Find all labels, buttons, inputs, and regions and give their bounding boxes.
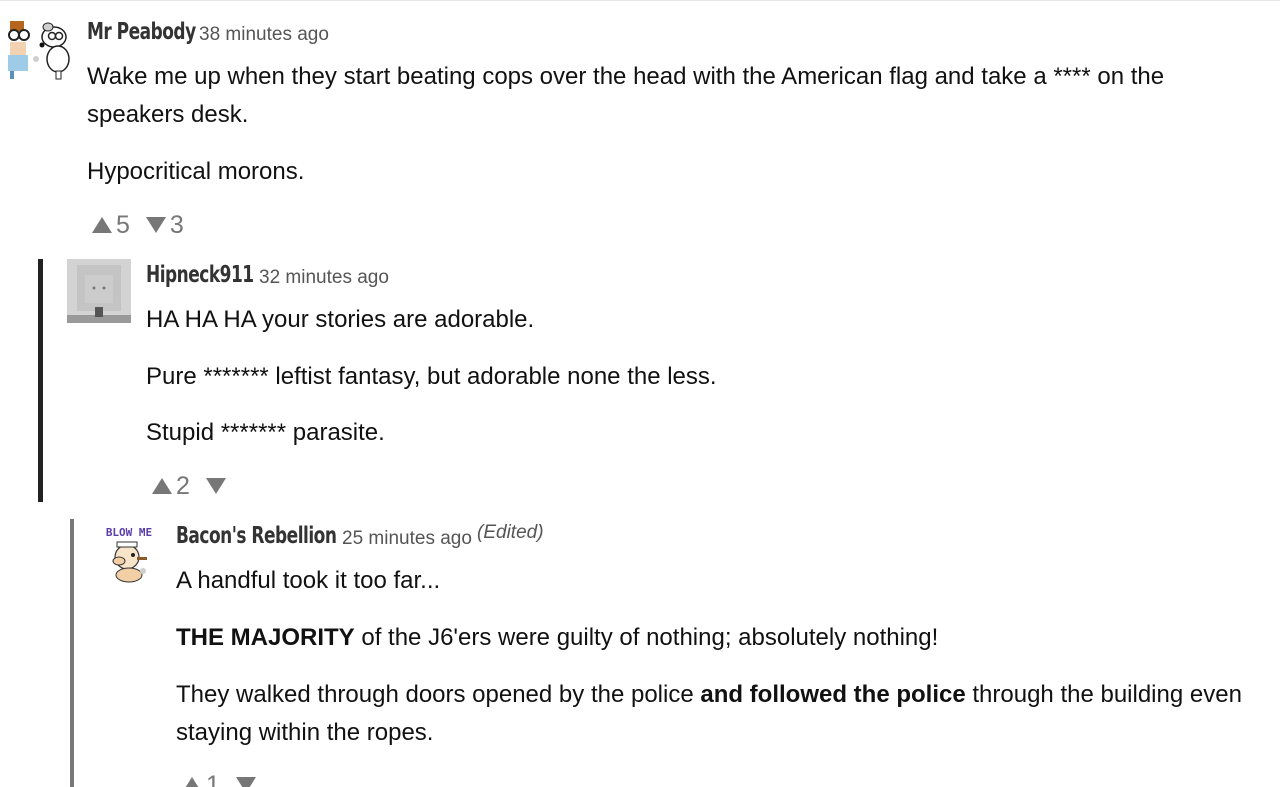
edited-indicator: (Edited)	[477, 522, 544, 543]
upvote-arrow-icon	[185, 777, 199, 787]
comment-paragraph: A handful took it too far...	[176, 567, 441, 594]
comment-author[interactable]: Bacon's Rebellion	[176, 523, 337, 549]
downvote-arrow-icon	[235, 777, 256, 787]
paragraph-text: They walked through doors opened by the …	[176, 681, 701, 708]
comment-paragraph: THE MAJORITY of the J6'ers were guilty o…	[176, 619, 1251, 657]
comment-body: A handful took it too far... THE MAJORIT…	[176, 562, 1251, 752]
emphasis-text: and followed the police	[700, 681, 966, 708]
upvote-button[interactable]: 1	[182, 771, 220, 787]
popeye-cartoon-avatar-icon[interactable]: BLOW ME	[97, 521, 161, 585]
comment-timestamp[interactable]: 25 minutes ago	[342, 528, 472, 550]
emphasis-text: THE MAJORITY	[176, 624, 355, 651]
paragraph-text: of the J6'ers were guilty of nothing; ab…	[354, 624, 939, 651]
downvote-button[interactable]	[235, 777, 256, 787]
comment-paragraph: They walked through doors opened by the …	[176, 676, 1251, 752]
vote-controls: 1	[182, 770, 256, 787]
comment-thread: Mr Peabody 38 minutes ago Wake me up whe…	[0, 0, 1280, 787]
comment-bacons-rebellion: BLOW ME Bacon's Rebellion 25 minutes ago…	[0, 1, 1280, 787]
avatar-caption: BLOW ME	[106, 526, 152, 539]
upvote-count: 1	[206, 770, 220, 787]
